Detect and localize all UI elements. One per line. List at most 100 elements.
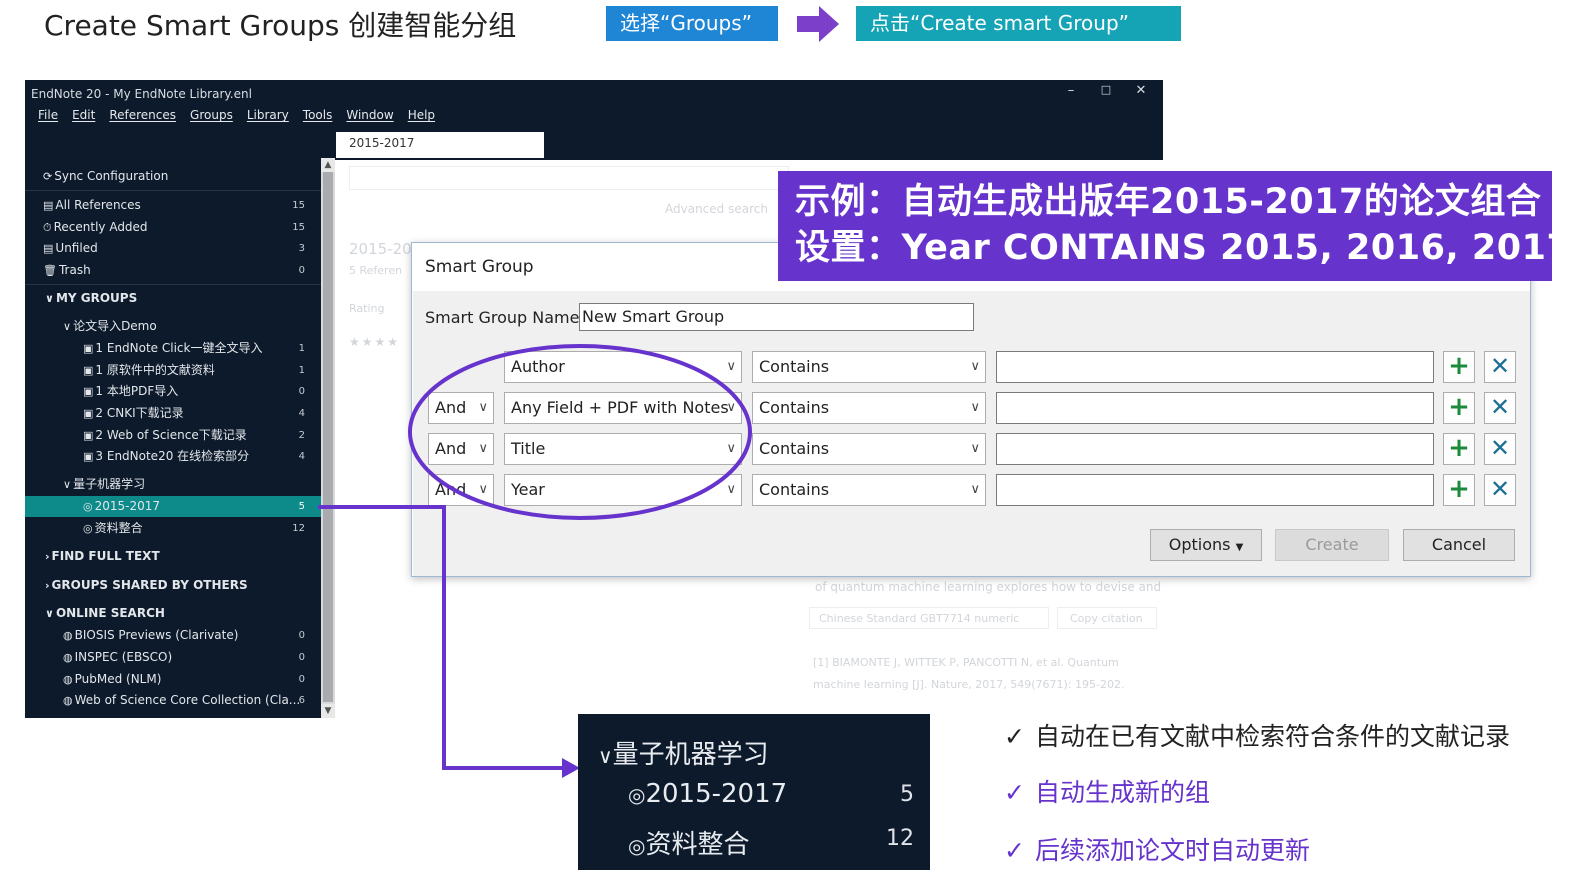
group-item[interactable]: ▣ 1 EndNote Click一键全文导入 1 bbox=[25, 338, 321, 359]
add-row-icon[interactable]: + bbox=[1443, 433, 1475, 465]
menu-file[interactable]: File bbox=[25, 108, 64, 128]
smart-group-icon: ◎ bbox=[628, 783, 646, 807]
add-row-icon[interactable]: + bbox=[1443, 392, 1475, 424]
online-item[interactable]: ◍ Web of Science Core Collection (Cla... … bbox=[25, 690, 321, 711]
bool-select-4[interactable]: And ∨ bbox=[428, 474, 494, 506]
dialog-title: Smart Group bbox=[425, 257, 534, 277]
sidebar-item-unfiled[interactable]: ▤ Unfiled 3 bbox=[25, 238, 321, 259]
sidebar-item-all-references[interactable]: ▤ All References 15 bbox=[25, 195, 321, 216]
count: 6 bbox=[298, 695, 305, 706]
menu-references[interactable]: References bbox=[101, 108, 182, 128]
count: 0 bbox=[298, 630, 305, 641]
chevron-right-icon: › bbox=[45, 550, 50, 563]
remove-row-icon[interactable]: ✕ bbox=[1484, 392, 1516, 424]
bullet-1: ✓ 自动在已有文献中检索符合条件的文献记录 bbox=[1004, 722, 1510, 751]
maximize-button[interactable]: □ bbox=[1096, 83, 1116, 96]
callout-line-2: 设置：Year CONTAINS 2015, 2016, 2017 bbox=[795, 228, 1572, 268]
smart-group-name-input[interactable]: New Smart Group bbox=[579, 303, 974, 331]
online-item[interactable]: ◍ INSPEC (EBSCO) 0 bbox=[25, 647, 321, 668]
sidebar-item-trash[interactable]: 🗑 Trash 0 bbox=[25, 260, 321, 281]
rating-column-header[interactable]: Rating bbox=[349, 302, 384, 315]
minimize-button[interactable]: – bbox=[1061, 83, 1081, 98]
group-item[interactable]: ▣ 2 Web of Science下载记录 2 bbox=[25, 425, 321, 446]
count: 0 bbox=[298, 652, 305, 663]
sidebar-scroll-thumb[interactable] bbox=[323, 172, 333, 702]
rating-stars-icon[interactable]: ★★★★ bbox=[349, 335, 400, 349]
count: 2 bbox=[298, 430, 305, 441]
globe-icon: ◍ bbox=[63, 673, 73, 686]
group-item[interactable]: ▣ 2 CNKI下载记录 4 bbox=[25, 403, 321, 424]
online-search-header[interactable]: ∨ ONLINE SEARCH bbox=[25, 603, 321, 624]
group-item-zlzh[interactable]: ◎ 资料整合 12 bbox=[25, 518, 321, 539]
field-select-1[interactable]: Author ∨ bbox=[504, 351, 742, 383]
chevron-down-icon: ∨ bbox=[970, 400, 980, 415]
smart-group-2015-2017[interactable]: ◎ 2015-2017 5 bbox=[25, 496, 321, 517]
scroll-down-icon[interactable]: ▼ bbox=[321, 704, 335, 718]
cancel-button[interactable]: Cancel bbox=[1403, 529, 1515, 561]
operator-select-3[interactable]: Contains ∨ bbox=[752, 433, 986, 465]
remove-row-icon[interactable]: ✕ bbox=[1484, 351, 1516, 383]
window-title: EndNote 20 - My EndNote Library.enl bbox=[31, 87, 252, 101]
citation-preview: [1] BIAMONTE J, WITTEK P, PANCOTTI N, et… bbox=[813, 656, 1119, 669]
bool-select-2[interactable]: And ∨ bbox=[428, 392, 494, 424]
search-term-input-3[interactable] bbox=[996, 433, 1434, 465]
abstract-text: of quantum machine learning explores how… bbox=[815, 580, 1162, 594]
count: 1 bbox=[298, 365, 305, 376]
inset-count: 12 bbox=[886, 826, 914, 851]
chevron-down-icon: ∨ bbox=[970, 441, 980, 456]
inset-group: ◎资料整合 bbox=[628, 830, 750, 860]
groups-sidebar: ⟳ Sync Configuration ▤ All References 15 ⏱… bbox=[25, 158, 321, 718]
field-select-4[interactable]: Year ∨ bbox=[504, 474, 742, 506]
group-item[interactable]: ▣ 1 本地PDF导入 0 bbox=[25, 381, 321, 402]
search-term-input-2[interactable] bbox=[996, 392, 1434, 424]
chevron-down-icon: ∨ bbox=[726, 441, 736, 456]
inset-group-set: ∨量子机器学习 bbox=[598, 740, 769, 770]
search-box[interactable] bbox=[349, 166, 789, 190]
close-button[interactable]: ✕ bbox=[1131, 83, 1151, 98]
check-icon: ✓ bbox=[1004, 778, 1025, 807]
scroll-up-icon[interactable]: ▲ bbox=[321, 158, 335, 172]
find-full-text-header[interactable]: › FIND FULL TEXT bbox=[25, 546, 321, 567]
group-set-quantum[interactable]: ∨ 量子机器学习 bbox=[25, 474, 321, 495]
chevron-down-icon: ∨ bbox=[478, 400, 488, 415]
callout-line-1: 示例：自动生成出版年2015-2017的论文组合 bbox=[795, 182, 1542, 222]
inset-smart-group: ◎2015-2017 bbox=[628, 779, 788, 809]
menu-edit[interactable]: Edit bbox=[64, 108, 101, 128]
menu-window[interactable]: Window bbox=[338, 108, 399, 128]
search-term-input-4[interactable] bbox=[996, 474, 1434, 506]
menu-tools[interactable]: Tools bbox=[295, 108, 339, 128]
field-select-3[interactable]: Title ∨ bbox=[504, 433, 742, 465]
smart-group-dialog: Smart Group Smart Group Name: New Smart … bbox=[411, 242, 1531, 577]
remove-row-icon[interactable]: ✕ bbox=[1484, 433, 1516, 465]
operator-select-4[interactable]: Contains ∨ bbox=[752, 474, 986, 506]
step-arrow-icon bbox=[797, 6, 839, 42]
search-term-input-1[interactable] bbox=[996, 351, 1434, 383]
online-item[interactable]: ◍ PubMed (NLM) 0 bbox=[25, 669, 321, 690]
remove-row-icon[interactable]: ✕ bbox=[1484, 474, 1516, 506]
field-select-2[interactable]: Any Field + PDF with Notes ∨ bbox=[504, 392, 742, 424]
operator-select-1[interactable]: Contains ∨ bbox=[752, 351, 986, 383]
group-item[interactable]: ▣ 1 原软件中的文献资料 1 bbox=[25, 360, 321, 381]
chevron-down-icon: ∨ bbox=[970, 359, 980, 374]
bullet-3: ✓ 后续添加论文时自动更新 bbox=[1004, 836, 1310, 865]
bool-select-3[interactable]: And ∨ bbox=[428, 433, 494, 465]
tab-2015-2017[interactable]: 2015-2017 bbox=[336, 132, 544, 158]
sync-configuration[interactable]: ⟳ Sync Configuration bbox=[25, 166, 321, 187]
advanced-search-link[interactable]: Advanced search bbox=[665, 202, 768, 216]
menu-groups[interactable]: Groups bbox=[182, 108, 239, 128]
add-row-icon[interactable]: + bbox=[1443, 351, 1475, 383]
menu-help[interactable]: Help bbox=[400, 108, 441, 128]
group-set-demo[interactable]: ∨ 论文导入Demo bbox=[25, 316, 321, 337]
my-groups-header[interactable]: ∨ MY GROUPS bbox=[25, 288, 321, 309]
groups-shared-header[interactable]: › GROUPS SHARED BY OTHERS bbox=[25, 575, 321, 596]
group-item[interactable]: ▣ 3 EndNote20 在线检索部分 4 bbox=[25, 446, 321, 467]
create-button[interactable]: Create bbox=[1275, 529, 1389, 561]
trash-icon: 🗑 bbox=[43, 264, 57, 277]
menu-library[interactable]: Library bbox=[239, 108, 295, 128]
online-item[interactable]: ◍ BIOSIS Previews (Clarivate) 0 bbox=[25, 625, 321, 646]
add-row-icon[interactable]: + bbox=[1443, 474, 1475, 506]
options-button[interactable]: Options ▼ bbox=[1150, 529, 1262, 561]
sidebar-item-recently-added[interactable]: ⏱ Recently Added 15 bbox=[25, 217, 321, 238]
bullet-2: ✓ 自动生成新的组 bbox=[1004, 778, 1210, 807]
operator-select-2[interactable]: Contains ∨ bbox=[752, 392, 986, 424]
